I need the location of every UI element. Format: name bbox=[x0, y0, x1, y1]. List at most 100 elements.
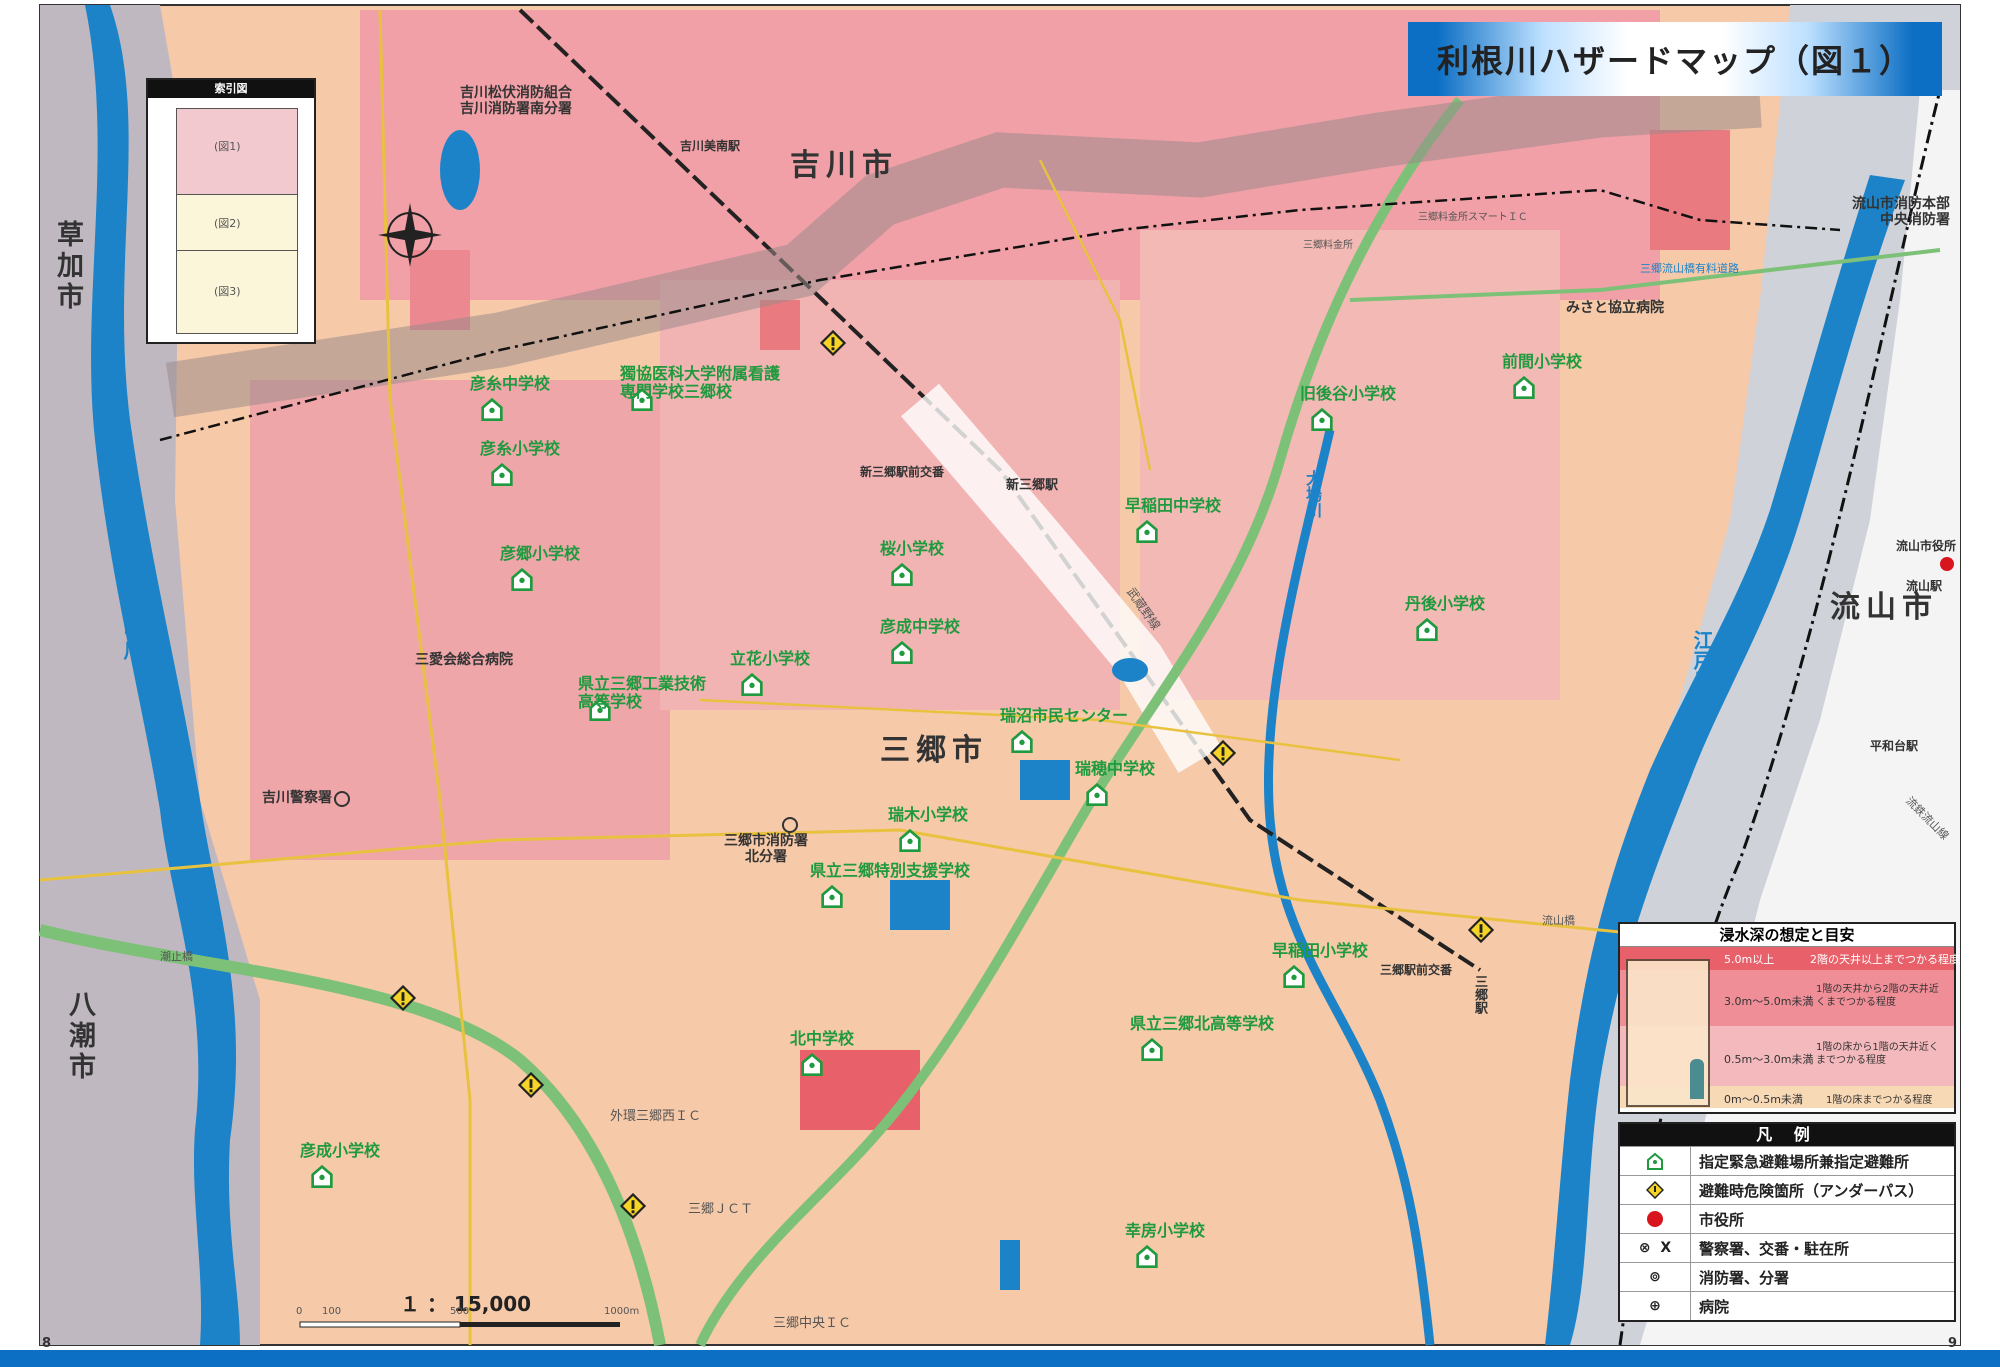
police-icon: ⊗ X bbox=[1620, 1234, 1691, 1262]
legend-label-fire: 消防署、分署 bbox=[1699, 1268, 1790, 1287]
shelter-icon[interactable] bbox=[510, 567, 534, 595]
facility-misato-fire-north: 三郷市消防署 北分署 bbox=[724, 833, 808, 865]
facility-sanaikai-hospital: 三愛会総合病院 bbox=[415, 652, 513, 668]
shelter-icon[interactable] bbox=[1135, 1244, 1159, 1272]
pond-4 bbox=[1112, 658, 1148, 682]
city-label-soka: 草加市 bbox=[52, 220, 83, 313]
station-yoshikawa-minami: 吉川美南駅 bbox=[680, 139, 741, 153]
facility-misato-kyoritsu-hospital: みさと協立病院 bbox=[1566, 300, 1664, 316]
station-nagareyama: 流山駅 bbox=[1906, 579, 1943, 593]
facility-misato-koban: 三郷駅前交番 bbox=[1380, 963, 1453, 977]
shelter-icon[interactable] bbox=[1282, 964, 1306, 992]
shelter-label: 瑞穂中学校 bbox=[1075, 759, 1156, 778]
warning-icon[interactable] bbox=[819, 329, 847, 360]
legend-row-fire: ⊚ 消防署、分署 bbox=[1620, 1262, 1954, 1291]
page-number-left: 8 bbox=[42, 1336, 52, 1351]
shelter-icon[interactable] bbox=[1140, 1037, 1164, 1065]
road-label-misato-tollgate: 三郷料金所 bbox=[1303, 240, 1353, 251]
station-misato: 三郷駅 bbox=[1472, 975, 1487, 1014]
road-label-gaikan-misato-nishi: 外環三郷西ＩＣ bbox=[610, 1109, 702, 1124]
shelter-icon[interactable] bbox=[820, 884, 844, 912]
shelter-icon[interactable] bbox=[480, 397, 504, 425]
shelter-label: 彦糸中学校 bbox=[470, 374, 551, 393]
warning-icon bbox=[1620, 1176, 1691, 1204]
facility-yoshikawa-police: 吉川警察署 bbox=[262, 790, 332, 806]
depth-range-3: 0.5m～3.0m未満 bbox=[1724, 1053, 1814, 1066]
shelter-icon[interactable] bbox=[890, 562, 914, 590]
depth-desc-2: 1階の天井から2階の天井近くまでつかる程度 bbox=[1816, 984, 1939, 1008]
shelter-label: 立花小学校 bbox=[730, 649, 811, 668]
depth-desc-4: 1階の床までつかる程度 bbox=[1826, 1095, 1933, 1106]
shelter-icon[interactable] bbox=[1010, 729, 1034, 757]
shelter-icon[interactable] bbox=[898, 828, 922, 856]
shelter-label: 彦成小学校 bbox=[300, 1141, 381, 1160]
shelter-icon[interactable] bbox=[1512, 375, 1536, 403]
fire-station-icon: ⊚ bbox=[1620, 1263, 1691, 1291]
shelter-label: 彦糸小学校 bbox=[480, 439, 561, 458]
legend-row-police: ⊗ X 警察署、交番・駐在所 bbox=[1620, 1233, 1954, 1262]
river-label-edogawa: 江戸川 bbox=[1690, 630, 1714, 690]
shelter-icon[interactable] bbox=[1415, 617, 1439, 645]
flood-zone-mid-west bbox=[250, 380, 670, 860]
shelter-icon[interactable] bbox=[740, 672, 764, 700]
warning-icon[interactable] bbox=[1209, 739, 1237, 770]
depth-range-4: 0m～0.5m未満 bbox=[1724, 1093, 1803, 1106]
legend-label-shelter: 指定緊急避難場所兼指定避難所 bbox=[1699, 1152, 1910, 1171]
shelter-icon[interactable] bbox=[1310, 407, 1334, 435]
road-label-shiodome-bridge: 潮止橋 bbox=[160, 950, 193, 963]
city-hall-icon bbox=[1620, 1205, 1691, 1233]
map-title-box: 利根川ハザードマップ（図１） bbox=[1408, 22, 1942, 96]
station-shin-misato: 新三郷駅 bbox=[1006, 478, 1059, 493]
shelter-label: 旧後谷小学校 bbox=[1300, 384, 1397, 403]
person-icon bbox=[1690, 1059, 1704, 1099]
depth-range-1: 5.0m以上 bbox=[1724, 953, 1775, 966]
road-label-misato-chuo-ic: 三郷中央ＩＣ bbox=[773, 1316, 852, 1331]
legend-heading: 凡 例 bbox=[1620, 1124, 1954, 1146]
depth-range-2: 3.0m～5.0m未満 bbox=[1724, 995, 1814, 1008]
warning-icon[interactable] bbox=[517, 1071, 545, 1102]
shelter-icon[interactable] bbox=[890, 640, 914, 668]
flood-zone-deep-2 bbox=[760, 300, 800, 350]
flood-depth-heading: 浸水深の想定と目安 bbox=[1620, 924, 1954, 947]
hospital-icon: ⊕ bbox=[1620, 1292, 1691, 1320]
river-label-oba: 大場川 bbox=[1303, 470, 1322, 518]
flood-depth-panel: 浸水深の想定と目安 5.0m以上 2階の天井以上までつかる程度 3.0m～5.0… bbox=[1618, 922, 1960, 1114]
shelter-icon[interactable] bbox=[1085, 782, 1109, 810]
map-title: 利根川ハザードマップ（図１） bbox=[1436, 42, 1913, 80]
shelter-icon[interactable] bbox=[800, 1052, 824, 1080]
road-label-misato-jct: 三郷ＪＣＴ bbox=[688, 1202, 754, 1217]
shelter-label: 早稲田中学校 bbox=[1125, 496, 1222, 515]
road-label-smart-ic: 三郷料金所スマートＩＣ bbox=[1418, 212, 1528, 223]
fire-station-icon bbox=[782, 817, 798, 833]
city-hall-icon bbox=[1940, 557, 1954, 571]
road-label-nagareyama-bridge: 流山橋 bbox=[1542, 914, 1575, 927]
scale-tick-0: 0 bbox=[296, 1306, 303, 1317]
shelter-icon[interactable] bbox=[1135, 519, 1159, 547]
depth-desc-1: 2階の天井以上までつかる程度 bbox=[1810, 953, 1960, 966]
shelter-icon[interactable] bbox=[310, 1164, 334, 1192]
warning-icon[interactable] bbox=[389, 984, 417, 1015]
shelter-label: 早稲田小学校 bbox=[1272, 941, 1369, 960]
facility-yoshikawa-fire: 吉川松伏消防組合 吉川消防署南分署 bbox=[460, 85, 572, 117]
city-label-misato: 三郷市 bbox=[880, 733, 988, 768]
warning-icon[interactable] bbox=[619, 1192, 647, 1223]
city-label-yashio: 八潮市 bbox=[64, 990, 95, 1083]
legend-row-cityhall: 市役所 bbox=[1620, 1204, 1954, 1233]
pond-2 bbox=[890, 880, 950, 930]
shelter-label: 獨協医科大学附属看護 専門学校三郷校 bbox=[620, 364, 781, 401]
shelter-label: 幸房小学校 bbox=[1125, 1221, 1206, 1240]
scale-tick-100: 100 bbox=[322, 1306, 342, 1317]
pond-1 bbox=[1020, 760, 1070, 800]
shelter-label: 瑞木小学校 bbox=[888, 805, 969, 824]
index-map-body: (図1) (図2) (図3) bbox=[148, 98, 314, 338]
page-number-right: 9 bbox=[1948, 1336, 1958, 1351]
index-map: 索引図 (図1) (図2) (図3) bbox=[146, 78, 316, 344]
scale-bar bbox=[299, 1321, 620, 1328]
legend-row-shelter: 指定緊急避難場所兼指定避難所 bbox=[1620, 1146, 1954, 1175]
station-heiwadai: 平和台駅 bbox=[1870, 739, 1919, 753]
shelter-label: 県立三郷北高等学校 bbox=[1130, 1014, 1275, 1033]
police-icon bbox=[334, 791, 350, 807]
warning-icon[interactable] bbox=[1467, 916, 1495, 947]
shelter-icon[interactable] bbox=[490, 462, 514, 490]
shelter-label: 丹後小学校 bbox=[1405, 594, 1486, 613]
